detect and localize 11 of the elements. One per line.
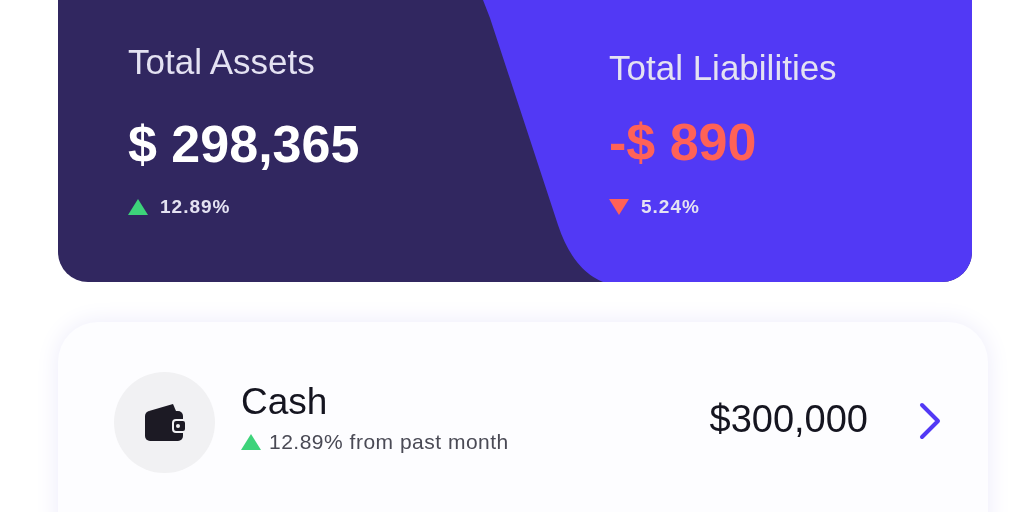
change-percent: 5.24%	[641, 196, 700, 218]
account-name: Cash	[241, 380, 329, 424]
chevron-right-icon[interactable]	[918, 402, 942, 440]
account-amount: $300,000	[709, 398, 868, 441]
account-card[interactable]: Cash 12.89% from past month $300,000	[58, 322, 988, 512]
change-text: 12.89% from past month	[269, 430, 509, 454]
summary-amount: $ 298,365	[128, 114, 360, 174]
summary-amount: -$ 890	[609, 112, 757, 172]
summary-title: Total Assets	[128, 41, 315, 83]
change-percent: 12.89%	[160, 196, 231, 218]
summary-title: Total Liabilities	[609, 47, 837, 89]
